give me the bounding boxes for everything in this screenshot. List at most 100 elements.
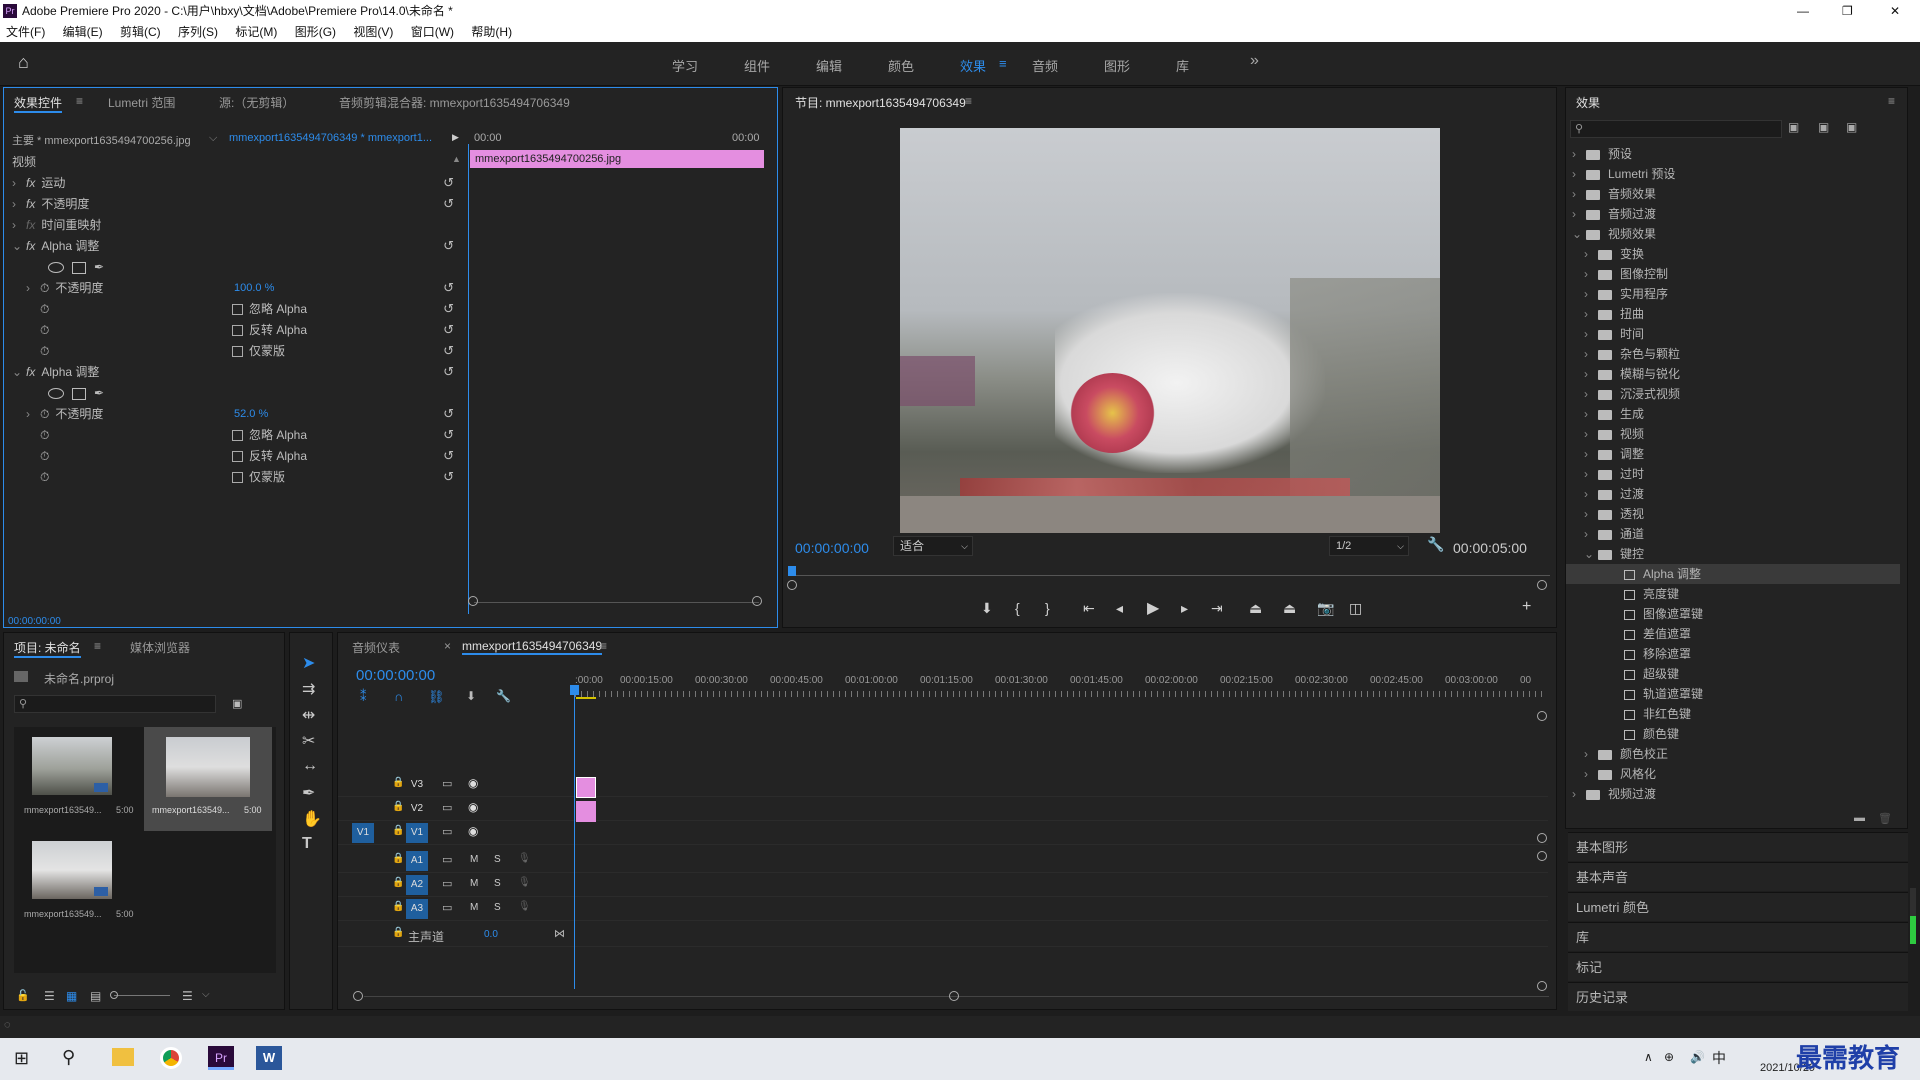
stopwatch-icon[interactable]: ⏱ bbox=[40, 302, 49, 316]
network-icon[interactable]: ⊕ bbox=[1664, 1050, 1674, 1064]
fx-alpha-adjust-1[interactable]: ⌄ fx Alpha 调整 ↺ bbox=[12, 236, 464, 256]
tab-audio-mixer[interactable]: 音频剪辑混合器: mmexport1635494706349 bbox=[339, 94, 570, 111]
section-essential-graphics[interactable]: 基本图形 bbox=[1568, 832, 1908, 861]
effect-item[interactable]: 轨道遮罩键 bbox=[1566, 684, 1900, 704]
ec-timecode[interactable]: 00:00:00:00 bbox=[8, 616, 61, 627]
chevron-right-icon[interactable]: › bbox=[1572, 204, 1582, 224]
word-taskbar-icon[interactable]: W bbox=[256, 1046, 282, 1070]
section-history[interactable]: 历史记录 bbox=[1568, 982, 1908, 1011]
mark-out-icon[interactable]: } bbox=[1045, 600, 1050, 616]
track-v3[interactable]: 🔒 V3 ▭ ◉ bbox=[338, 773, 1548, 797]
reset-icon[interactable]: ↺ bbox=[443, 299, 454, 319]
eye-icon[interactable]: ◉ bbox=[468, 824, 478, 838]
timeline-ruler[interactable]: :00:00 00:00:15:00 00:00:30:00 00:00:45:00 0… bbox=[575, 673, 1545, 723]
program-time-ruler[interactable] bbox=[795, 575, 1550, 576]
menu-help[interactable]: 帮助(H) bbox=[471, 25, 512, 39]
eye-icon[interactable]: ◉ bbox=[468, 776, 478, 790]
master-jump-icon[interactable]: ⋈ bbox=[554, 927, 565, 940]
lock-icon[interactable]: 🔒 bbox=[392, 825, 404, 836]
accelerated-effects-icon[interactable]: ▣ bbox=[1788, 120, 1799, 134]
track-v1[interactable]: V1 🔒 V1 ▭ ◉ bbox=[338, 821, 1548, 845]
freeform-view-icon[interactable]: ▤ bbox=[90, 989, 101, 1003]
track-v2[interactable]: 🔒 V2 ▭ ◉ bbox=[338, 797, 1548, 821]
add-marker-icon[interactable]: ⬇ bbox=[981, 600, 993, 617]
chevron-down-icon[interactable]: ⌄ bbox=[1584, 544, 1594, 564]
track-a3[interactable]: 🔒 A3 ▭ M S 🎙 bbox=[338, 897, 1548, 921]
track-a2[interactable]: 🔒 A2 ▭ M S 🎙 bbox=[338, 873, 1548, 897]
zoom-handle-left[interactable] bbox=[468, 596, 478, 606]
vscroll-handle[interactable] bbox=[1537, 711, 1547, 721]
chevron-right-icon[interactable]: › bbox=[1584, 364, 1594, 384]
ws-effects[interactable]: 效果 bbox=[960, 56, 986, 75]
chevron-right-icon[interactable]: › bbox=[1584, 504, 1594, 524]
mute-button[interactable]: M bbox=[470, 854, 478, 865]
solo-button[interactable]: S bbox=[494, 878, 501, 889]
prop-ignore-alpha-1[interactable]: ⏱ 忽略 Alpha ↺ bbox=[40, 299, 492, 319]
vscroll-handle[interactable] bbox=[1537, 981, 1547, 991]
program-playhead[interactable] bbox=[788, 566, 796, 576]
selection-tool-icon[interactable]: ➤ bbox=[302, 653, 315, 673]
project-item-2[interactable]: mmexport163549... 5:00 bbox=[144, 727, 272, 831]
solo-button[interactable]: S bbox=[494, 902, 501, 913]
master-clip-label[interactable]: 主要 * mmexport1635494700256.jpg bbox=[12, 132, 191, 148]
tab-source[interactable]: 源:（无剪辑） bbox=[219, 94, 294, 111]
timeline-settings-icon[interactable]: 🔧 bbox=[496, 689, 511, 703]
ws-editing[interactable]: 编辑 bbox=[816, 56, 842, 75]
sync-lock-icon[interactable]: ▭ bbox=[442, 777, 452, 790]
rect-mask-icon[interactable] bbox=[72, 261, 86, 274]
chevron-right-icon[interactable]: › bbox=[1584, 484, 1594, 504]
v2-clip[interactable] bbox=[576, 777, 596, 798]
step-forward-icon[interactable]: ▸ bbox=[1181, 600, 1188, 617]
checkbox[interactable] bbox=[232, 430, 243, 442]
track-label[interactable]: A3 bbox=[406, 899, 428, 919]
effect-bin[interactable]: › 颜色校正 bbox=[1566, 744, 1900, 764]
project-search-input[interactable]: ⚲ bbox=[14, 695, 216, 713]
effect-bin[interactable]: › 通道 bbox=[1566, 524, 1900, 544]
compare-icon[interactable]: ◫ bbox=[1349, 600, 1362, 617]
new-bin-icon[interactable]: ▣ bbox=[232, 697, 242, 710]
program-video-frame[interactable] bbox=[900, 128, 1440, 533]
prop-invert-alpha-1[interactable]: ⏱ 反转 Alpha ↺ bbox=[40, 320, 492, 340]
fx-motion[interactable]: › fx 运动 ↺ bbox=[12, 173, 464, 193]
ws-effects-menu-icon[interactable]: ≡ bbox=[999, 56, 1007, 71]
chevron-right-icon[interactable]: › bbox=[1572, 184, 1582, 204]
pen-tool-icon[interactable]: ✒ bbox=[302, 783, 315, 803]
effect-bin[interactable]: › 视频 bbox=[1566, 424, 1900, 444]
sync-lock-icon[interactable]: ▭ bbox=[442, 877, 452, 890]
master-volume[interactable]: 0.0 bbox=[484, 929, 498, 940]
tab-project-menu[interactable]: ≡ bbox=[94, 639, 101, 653]
tab-sequence-menu[interactable]: ≡ bbox=[600, 639, 607, 653]
search-icon[interactable]: ⚲ bbox=[62, 1047, 75, 1068]
effect-bin[interactable]: › 实用程序 bbox=[1566, 284, 1900, 304]
source-patch-v1[interactable]: V1 bbox=[352, 823, 374, 843]
chevron-right-icon[interactable]: › bbox=[1584, 464, 1594, 484]
zoom-handle-right[interactable] bbox=[1537, 580, 1547, 590]
wrench-icon[interactable]: 🔧 bbox=[1427, 536, 1444, 553]
effect-bin[interactable]: › 变换 bbox=[1566, 244, 1900, 264]
chevron-down-icon[interactable]: ⌄ bbox=[1572, 224, 1582, 244]
work-area-bar[interactable] bbox=[576, 697, 596, 699]
effect-item[interactable]: 颜色键 bbox=[1566, 724, 1900, 744]
mark-in-icon[interactable]: { bbox=[1015, 600, 1020, 616]
sync-lock-icon[interactable]: ▭ bbox=[442, 801, 452, 814]
sync-lock-icon[interactable]: ▭ bbox=[442, 853, 452, 866]
windows-start-icon[interactable]: ⊞ bbox=[14, 1048, 29, 1069]
collapse-up-icon[interactable]: ▲ bbox=[452, 154, 461, 164]
reset-icon[interactable]: ↺ bbox=[443, 341, 454, 361]
track-label[interactable]: V1 bbox=[406, 823, 428, 843]
zoom-handle-left[interactable] bbox=[787, 580, 797, 590]
track-a1[interactable]: 🔒 A1 ▭ M S 🎙 bbox=[338, 849, 1548, 873]
chevron-right-icon[interactable]: › bbox=[1584, 744, 1594, 764]
home-icon[interactable]: ⌂ bbox=[18, 52, 29, 73]
lock-icon[interactable]: 🔒 bbox=[392, 777, 404, 788]
ws-more-icon[interactable]: » bbox=[1250, 52, 1259, 70]
section-libraries[interactable]: 库 bbox=[1568, 922, 1908, 951]
stopwatch-icon[interactable]: ⏱ bbox=[40, 344, 49, 358]
mute-button[interactable]: M bbox=[470, 902, 478, 913]
mic-icon[interactable]: 🎙 bbox=[518, 901, 531, 912]
ws-libraries[interactable]: 库 bbox=[1176, 56, 1189, 75]
checkbox[interactable] bbox=[232, 304, 243, 316]
menu-clip[interactable]: 剪辑(C) bbox=[120, 25, 161, 39]
effect-bin[interactable]: › Lumetri 预设 bbox=[1566, 164, 1900, 184]
master-track[interactable]: 🔒 主声道 0.0 ⋈ bbox=[338, 923, 1548, 947]
